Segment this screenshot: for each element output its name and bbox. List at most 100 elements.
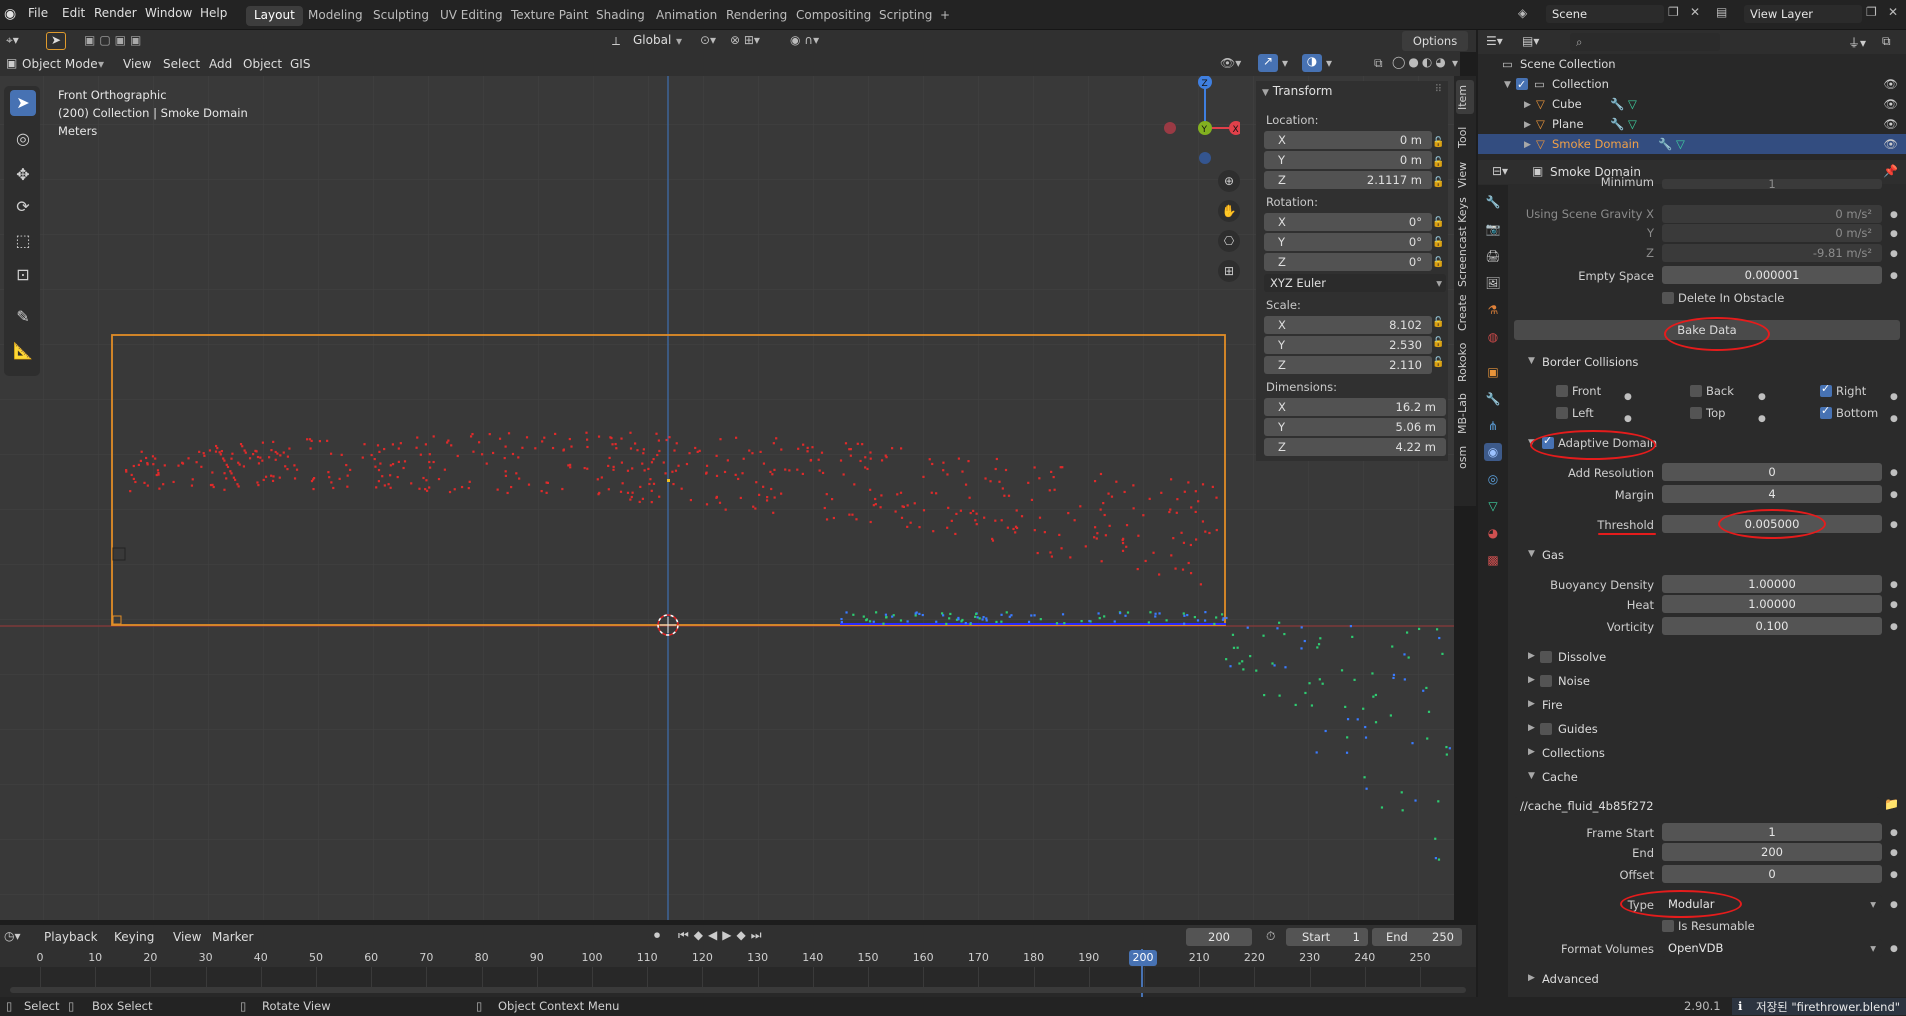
location-z-field[interactable]: Z 2.1117 m bbox=[1264, 171, 1432, 189]
drag-handle-icon[interactable]: ⠿ bbox=[1435, 84, 1442, 95]
annotate-tool-icon[interactable]: ✎ bbox=[10, 304, 36, 330]
tab-rendering[interactable]: Rendering bbox=[718, 6, 795, 26]
tab-create[interactable]: Create bbox=[1456, 292, 1474, 334]
keyframe-dot[interactable]: ● bbox=[1890, 229, 1898, 239]
outliner-item-cube[interactable]: ▶ ▽ Cube 🔧 ▽ 👁 bbox=[1478, 94, 1906, 114]
end-field[interactable]: 200 bbox=[1662, 843, 1882, 861]
menu-object[interactable]: Object bbox=[243, 57, 282, 71]
navigation-gizmo[interactable]: Z Y X bbox=[1160, 76, 1243, 166]
tab-shading[interactable]: Shading bbox=[588, 6, 653, 26]
keyframe-dot[interactable]: ● bbox=[1890, 392, 1898, 402]
menu-marker[interactable]: Marker bbox=[212, 930, 253, 944]
menu-window[interactable]: Window bbox=[145, 6, 192, 20]
chevron-right-icon[interactable]: ▶ bbox=[1524, 115, 1531, 135]
move-tool-icon[interactable]: ✥ bbox=[10, 162, 36, 188]
scale-tool-icon[interactable]: ⬚ bbox=[10, 228, 36, 254]
tab-mb-lab[interactable]: MB-Lab bbox=[1456, 390, 1474, 438]
end-frame-field[interactable]: End 250 bbox=[1372, 928, 1462, 946]
delete-obstacle-checkbox[interactable] bbox=[1662, 292, 1674, 304]
pan-hand-icon[interactable]: ✋ bbox=[1218, 200, 1240, 222]
dimensions-z-field[interactable]: Z 4.22 m bbox=[1264, 438, 1446, 456]
add-resolution-field[interactable]: 0 bbox=[1662, 463, 1882, 481]
options-dropdown[interactable]: Options bbox=[1402, 31, 1468, 51]
collection-checkbox[interactable] bbox=[1516, 75, 1528, 95]
keyframe-dot[interactable]: ● bbox=[1890, 870, 1898, 880]
tab-modeling[interactable]: Modeling bbox=[300, 6, 371, 26]
scene-field[interactable]: Scene bbox=[1546, 5, 1664, 23]
close-view-layer-icon[interactable]: ✕ bbox=[1888, 5, 1898, 19]
keyframe-dot[interactable]: ● bbox=[1890, 210, 1898, 220]
scale-y-field[interactable]: Y 2.530 bbox=[1264, 336, 1432, 354]
keyframe-dot[interactable]: ● bbox=[1890, 848, 1898, 858]
folder-icon[interactable]: 📁 bbox=[1884, 797, 1899, 811]
noise-header[interactable]: ▶ Noise bbox=[1528, 674, 1590, 688]
new-scene-icon[interactable]: ❐ bbox=[1668, 5, 1679, 19]
current-frame-field[interactable]: 200 bbox=[1186, 928, 1252, 946]
menu-view[interactable]: View bbox=[173, 930, 201, 944]
3d-viewport[interactable]: Front Orthographic (200) Collection | Sm… bbox=[0, 76, 1454, 920]
gravity-x-field[interactable]: 0 m/s² bbox=[1662, 205, 1882, 223]
cursor-tool-icon[interactable]: ◎ bbox=[10, 126, 36, 152]
keyframe-dot[interactable]: ● bbox=[1890, 622, 1898, 632]
advanced-header[interactable]: ▶ Advanced bbox=[1528, 972, 1599, 986]
zoom-icon[interactable]: ⊕ bbox=[1218, 170, 1240, 192]
visibility-icon[interactable]: 👁▾ bbox=[1220, 56, 1241, 70]
physics-icon[interactable]: ◉ bbox=[1484, 443, 1502, 461]
chevron-down-icon[interactable]: ▾ bbox=[1452, 56, 1458, 70]
menu-help[interactable]: Help bbox=[200, 6, 227, 20]
new-view-layer-icon[interactable]: ❐ bbox=[1866, 5, 1877, 19]
playback-controls-icons[interactable]: ⏮◆◀▶◆⏭ bbox=[678, 928, 767, 943]
transform-panel-header[interactable]: ▼ Transform bbox=[1262, 84, 1332, 98]
menu-file[interactable]: File bbox=[28, 6, 48, 20]
editor-type-icon[interactable]: ⊟▾ bbox=[1492, 164, 1508, 178]
eye-icon[interactable]: 👁 bbox=[1883, 134, 1898, 154]
menu-view[interactable]: View bbox=[123, 57, 151, 71]
start-frame-field[interactable]: Start 1 bbox=[1286, 928, 1368, 946]
keyframe-dot[interactable]: ● bbox=[1890, 828, 1898, 838]
display-mode-icon[interactable]: ▤▾ bbox=[1522, 34, 1539, 48]
gizmo-toggle-icon[interactable]: ↗ bbox=[1258, 54, 1278, 72]
grid-view-icon[interactable]: ⊞ bbox=[1218, 260, 1240, 282]
outliner-item-smoke-domain[interactable]: ▶ ▽ Smoke Domain 🔧 ▽ 👁 bbox=[1478, 134, 1906, 154]
gravity-y-field[interactable]: 0 m/s² bbox=[1662, 224, 1882, 242]
tab-scripting[interactable]: Scripting bbox=[871, 6, 940, 26]
chevron-down-icon[interactable]: ▼ bbox=[1504, 75, 1511, 95]
tab-layout[interactable]: Layout bbox=[246, 6, 303, 26]
frame-start-field[interactable]: 1 bbox=[1662, 823, 1882, 841]
editor-type-icon[interactable]: ⌖▾ bbox=[6, 33, 19, 48]
menu-playback[interactable]: Playback bbox=[44, 930, 98, 944]
camera-icon[interactable]: ⎔ bbox=[1218, 230, 1240, 252]
select-box-tool-icon[interactable]: ➤ bbox=[10, 90, 36, 116]
editor-type-icon[interactable]: ☰▾ bbox=[1486, 34, 1503, 48]
measure-tool-icon[interactable]: 📐 bbox=[10, 338, 36, 364]
eye-icon[interactable]: 👁 bbox=[1883, 114, 1898, 134]
snap-icon[interactable]: ⊗ ⊞▾ bbox=[730, 33, 760, 47]
overlay-toggle-icon[interactable]: ◑ bbox=[1302, 54, 1322, 72]
pivot-icon[interactable]: ⊙▾ bbox=[700, 33, 716, 47]
outliner-search-input[interactable]: ⌕ bbox=[1570, 33, 1720, 51]
dimensions-y-field[interactable]: Y 5.06 m bbox=[1264, 418, 1446, 436]
tab-uv-editing[interactable]: UV Editing bbox=[432, 6, 511, 26]
bottom-checkbox[interactable] bbox=[1820, 404, 1832, 419]
particles-icon[interactable]: ⋔ bbox=[1484, 417, 1502, 435]
location-y-field[interactable]: Y0 m bbox=[1264, 151, 1432, 169]
chevron-right-icon[interactable]: ▶ bbox=[1524, 95, 1531, 115]
tab-tool[interactable]: Tool bbox=[1456, 120, 1474, 154]
menu-select[interactable]: Select bbox=[163, 57, 200, 71]
proportional-edit-icon[interactable]: ◉ ∩▾ bbox=[790, 33, 819, 47]
select-mode-icons[interactable]: ▣▢▣▣ bbox=[84, 33, 145, 47]
keyframe-dot[interactable]: ● bbox=[1890, 600, 1898, 610]
minimum-field[interactable]: 1 bbox=[1662, 179, 1882, 189]
tab-item[interactable]: Item bbox=[1456, 80, 1474, 114]
location-x-field[interactable]: X0 m bbox=[1264, 131, 1432, 149]
blender-logo-icon[interactable]: ◉ bbox=[4, 6, 16, 22]
chevron-down-icon[interactable]: ▾ bbox=[1282, 56, 1288, 70]
rotation-x-field[interactable]: X 0° bbox=[1264, 213, 1432, 231]
world-icon[interactable]: ◍ bbox=[1484, 328, 1502, 346]
cache-header[interactable]: ▼ Cache bbox=[1528, 770, 1578, 784]
filter-icon[interactable]: ⏚▾ bbox=[1848, 34, 1866, 51]
scale-z-field[interactable]: Z 2.110 bbox=[1264, 356, 1432, 374]
close-scene-icon[interactable]: ✕ bbox=[1690, 5, 1700, 19]
keyframe-dot[interactable]: ● bbox=[1890, 490, 1898, 500]
rotation-mode-dropdown[interactable]: XYZ Euler ▾ bbox=[1264, 274, 1446, 292]
